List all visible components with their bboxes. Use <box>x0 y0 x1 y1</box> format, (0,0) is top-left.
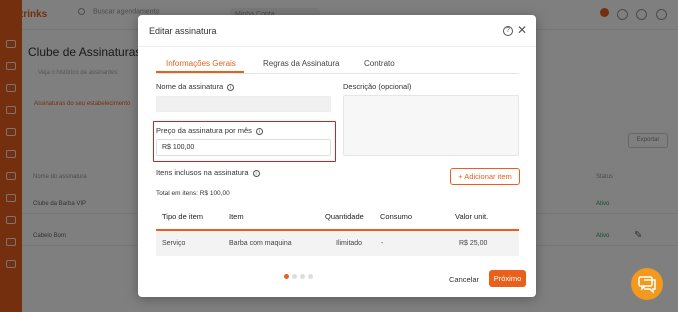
column-header-item-type: Tipo de item <box>162 212 203 221</box>
tab-contract[interactable]: Contrato <box>364 59 395 68</box>
items-label: Itens inclusos na assinatura i <box>156 168 260 177</box>
price-field-highlight <box>153 121 336 162</box>
total-items-label: Total em itens: R$ 100,00 <box>156 190 230 197</box>
next-button[interactable]: Próximo <box>489 270 526 287</box>
cell-item: Barba com maquina <box>229 240 292 247</box>
cell-item-type: Serviço <box>162 240 186 247</box>
cell-unit-value: R$ 25,00 <box>459 240 488 247</box>
description-textarea[interactable] <box>343 95 519 156</box>
tabs-divider <box>156 73 519 74</box>
step-indicator <box>284 272 316 281</box>
cell-quantity: Ilimitado <box>336 240 363 247</box>
dialog-title: Editar assinatura <box>149 26 217 36</box>
add-item-button[interactable]: + Adicionar item <box>450 168 520 185</box>
chat-icon <box>638 276 656 294</box>
help-icon[interactable]: ? <box>503 26 513 36</box>
cell-consumption: - <box>381 240 384 247</box>
column-header-item: Item <box>229 212 244 221</box>
tab-general-info[interactable]: Informações Gerais <box>166 59 236 68</box>
step-dot <box>292 274 297 279</box>
name-field-label: Nome da assinatura i <box>156 82 235 91</box>
column-header-quantity: Quantidade <box>325 212 364 221</box>
step-dot <box>308 274 313 279</box>
step-dot <box>300 274 305 279</box>
info-icon[interactable]: i <box>227 83 235 91</box>
close-icon[interactable]: ✕ <box>517 24 527 36</box>
description-label: Descrição (opcional) <box>343 82 412 91</box>
column-header-consumption: Consumo <box>380 212 413 221</box>
header-divider <box>138 46 536 47</box>
info-icon[interactable]: i <box>252 169 260 177</box>
chat-button[interactable] <box>631 268 663 300</box>
step-dot <box>284 274 289 279</box>
column-header-unit-value: Valor unit. <box>455 212 489 221</box>
cancel-button[interactable]: Cancelar <box>449 275 479 284</box>
tab-subscription-rules[interactable]: Regras da Assinatura <box>263 59 340 68</box>
subscription-name-input[interactable] <box>156 96 331 112</box>
